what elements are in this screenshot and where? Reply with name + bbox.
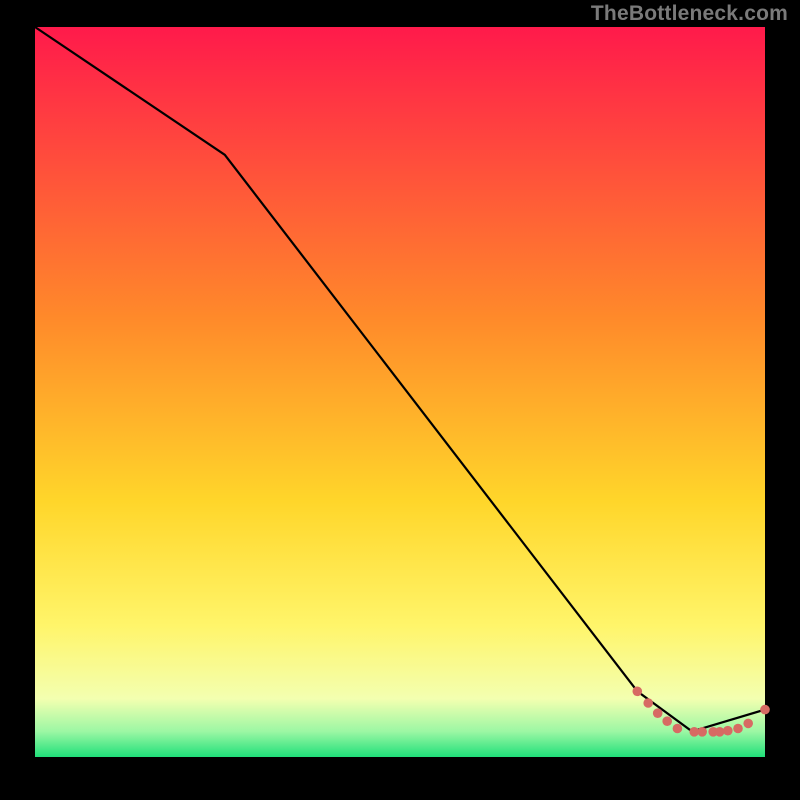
marker-point [653, 708, 663, 718]
marker-point [743, 719, 753, 729]
marker-point [662, 716, 672, 726]
chart-stage: TheBottleneck.com [0, 0, 800, 800]
marker-point [723, 726, 733, 736]
marker-point [760, 705, 770, 715]
marker-point [633, 687, 643, 697]
marker-point [643, 698, 653, 708]
plot-background [35, 27, 765, 757]
marker-point [733, 724, 743, 734]
marker-point [715, 727, 725, 737]
watermark-text: TheBottleneck.com [591, 2, 788, 26]
marker-point [697, 727, 707, 737]
bottleneck-chart [0, 0, 800, 800]
marker-point [673, 724, 683, 734]
